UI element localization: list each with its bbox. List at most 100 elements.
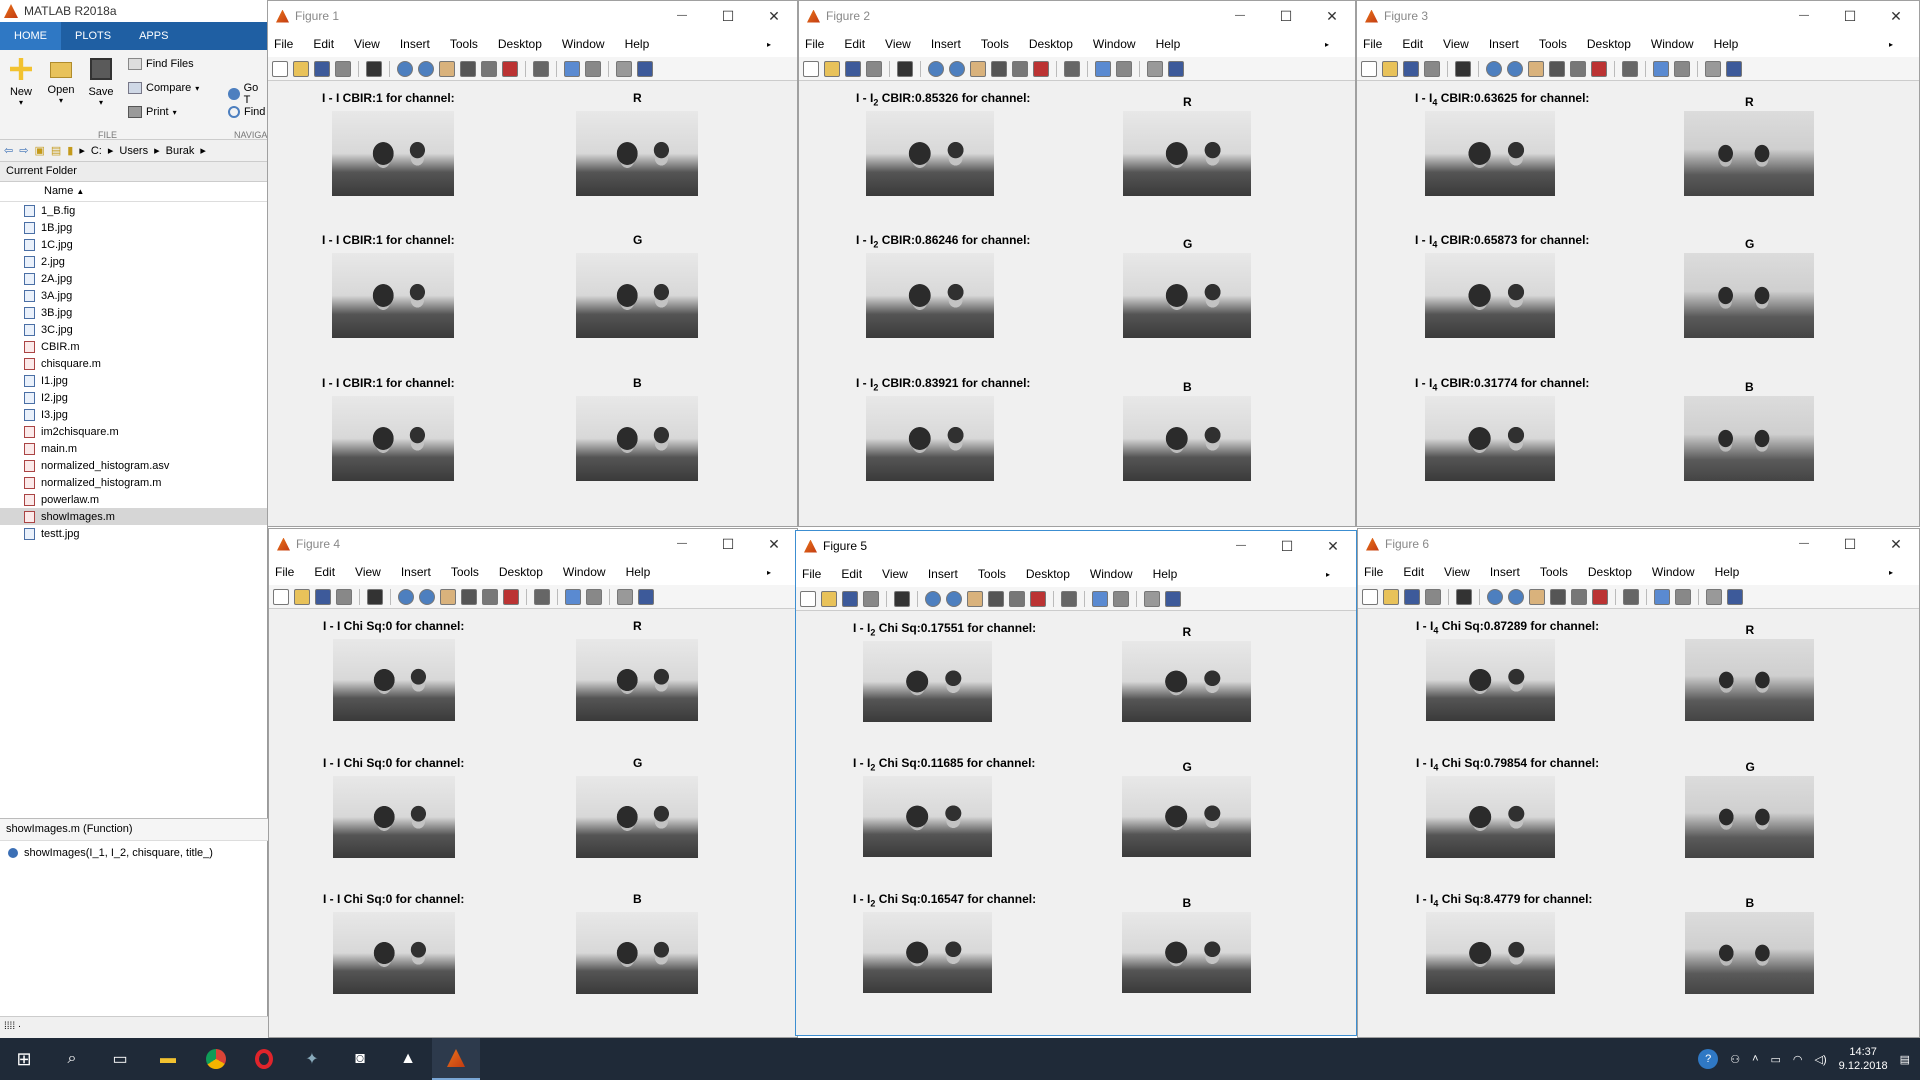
print-icon[interactable]	[1424, 60, 1440, 77]
file-list-item[interactable]: 2.jpg	[0, 253, 267, 270]
save-icon[interactable]	[842, 590, 858, 607]
menu-item-tools[interactable]: Tools	[978, 567, 1006, 581]
zoom-in-icon[interactable]	[1486, 60, 1502, 77]
rotate-icon[interactable]	[460, 60, 476, 77]
legend-icon[interactable]	[585, 60, 601, 77]
menu-item-tools[interactable]: Tools	[981, 37, 1009, 51]
maximize-button[interactable]: ☐	[1263, 1, 1309, 31]
print-icon[interactable]	[336, 588, 352, 605]
menu-item-view[interactable]: View	[354, 37, 380, 51]
tab-apps[interactable]: APPS	[125, 22, 182, 50]
rotate-icon[interactable]	[461, 588, 477, 605]
print-icon[interactable]	[335, 60, 351, 77]
dock-icon[interactable]	[1726, 60, 1742, 77]
menu-item-file[interactable]: File	[274, 37, 293, 51]
dock-icon[interactable]	[1727, 588, 1743, 605]
menu-item-tools[interactable]: Tools	[451, 565, 479, 579]
legend-icon[interactable]	[586, 588, 602, 605]
menu-item-edit[interactable]: Edit	[1402, 37, 1423, 51]
menu-item-edit[interactable]: Edit	[313, 37, 334, 51]
pan-icon[interactable]	[440, 588, 456, 605]
menu-item-view[interactable]: View	[882, 567, 908, 581]
menu-item-file[interactable]: File	[275, 565, 294, 579]
pan-icon[interactable]	[967, 590, 983, 607]
open-icon[interactable]	[293, 60, 309, 77]
brush-icon[interactable]	[1591, 60, 1607, 77]
save-button[interactable]: Save ▾	[86, 58, 116, 107]
start-button[interactable]: ⊞	[0, 1038, 48, 1080]
link-icon[interactable]	[533, 60, 549, 77]
link-icon[interactable]	[1061, 590, 1077, 607]
taskbar-photos[interactable]: ▲	[384, 1038, 432, 1080]
minimize-button[interactable]: —	[1218, 531, 1264, 561]
menu-item-desktop[interactable]: Desktop	[1588, 565, 1632, 579]
minimize-button[interactable]: —	[1781, 529, 1827, 559]
menu-item-edit[interactable]: Edit	[841, 567, 862, 581]
taskbar-matlab[interactable]	[432, 1038, 480, 1080]
find-files-button[interactable]: Find Files	[128, 58, 194, 70]
menu-item-insert[interactable]: Insert	[931, 37, 961, 51]
data-cursor-icon[interactable]	[1570, 60, 1586, 77]
file-list-item[interactable]: I1.jpg	[0, 372, 267, 389]
pan-icon[interactable]	[1528, 60, 1544, 77]
menu-item-view[interactable]: View	[1444, 565, 1470, 579]
clock[interactable]: 14:37 9.12.2018	[1839, 1045, 1888, 1073]
pointer-icon[interactable]	[894, 590, 910, 607]
brush-icon[interactable]	[1033, 60, 1049, 77]
name-column-header[interactable]: Name ▲	[0, 182, 267, 202]
file-list-item[interactable]: chisquare.m	[0, 355, 267, 372]
menu-item-desktop[interactable]: Desktop	[498, 37, 542, 51]
hide-tools-icon[interactable]	[1705, 60, 1721, 77]
browse-folder-icon[interactable]: ▤	[51, 144, 61, 157]
menu-item-help[interactable]: Help	[1715, 565, 1740, 579]
people-icon[interactable]: ⚇	[1730, 1053, 1740, 1066]
file-list-item[interactable]: 3A.jpg	[0, 287, 267, 304]
menu-item-view[interactable]: View	[355, 565, 381, 579]
zoom-out-icon[interactable]	[1508, 588, 1524, 605]
file-list-item[interactable]: 3B.jpg	[0, 304, 267, 321]
data-cursor-icon[interactable]	[1009, 590, 1025, 607]
pan-icon[interactable]	[970, 60, 986, 77]
menu-item-desktop[interactable]: Desktop	[1029, 37, 1073, 51]
new-figure-icon[interactable]	[1362, 588, 1378, 605]
maximize-button[interactable]: ☐	[1827, 529, 1873, 559]
open-icon[interactable]	[1383, 588, 1399, 605]
pan-icon[interactable]	[439, 60, 455, 77]
file-list-item[interactable]: main.m	[0, 440, 267, 457]
pointer-icon[interactable]	[367, 588, 383, 605]
brush-icon[interactable]	[1030, 590, 1046, 607]
find-button[interactable]: Find	[228, 106, 265, 118]
zoom-out-icon[interactable]	[418, 60, 434, 77]
legend-icon[interactable]	[1674, 60, 1690, 77]
data-cursor-icon[interactable]	[482, 588, 498, 605]
taskbar-explorer[interactable]: ▬	[144, 1038, 192, 1080]
file-list-item[interactable]: testt.jpg	[0, 525, 267, 542]
hide-tools-icon[interactable]	[1706, 588, 1722, 605]
data-cursor-icon[interactable]	[481, 60, 497, 77]
menu-item-file[interactable]: File	[1363, 37, 1382, 51]
zoom-out-icon[interactable]	[1507, 60, 1523, 77]
menu-item-insert[interactable]: Insert	[1490, 565, 1520, 579]
print-icon[interactable]	[866, 60, 882, 77]
rotate-icon[interactable]	[988, 590, 1004, 607]
print-icon[interactable]	[863, 590, 879, 607]
zoom-out-icon[interactable]	[419, 588, 435, 605]
menu-item-window[interactable]: Window	[1090, 567, 1133, 581]
minimize-button[interactable]: —	[659, 1, 705, 31]
colorbar-icon[interactable]	[1095, 60, 1111, 77]
dock-icon[interactable]	[637, 60, 653, 77]
link-icon[interactable]	[1064, 60, 1080, 77]
taskbar-chrome[interactable]	[192, 1038, 240, 1080]
path-segment[interactable]: Users	[119, 145, 148, 157]
menu-item-insert[interactable]: Insert	[1489, 37, 1519, 51]
new-figure-icon[interactable]	[803, 60, 819, 77]
menu-item-window[interactable]: Window	[1652, 565, 1695, 579]
maximize-button[interactable]: ☐	[1827, 1, 1873, 31]
minimize-button[interactable]: —	[659, 529, 705, 559]
link-icon[interactable]	[534, 588, 550, 605]
menu-item-insert[interactable]: Insert	[401, 565, 431, 579]
menu-item-window[interactable]: Window	[562, 37, 605, 51]
menu-item-desktop[interactable]: Desktop	[1587, 37, 1631, 51]
menu-item-window[interactable]: Window	[563, 565, 606, 579]
file-list-item[interactable]: 1_B.fig	[0, 202, 267, 219]
